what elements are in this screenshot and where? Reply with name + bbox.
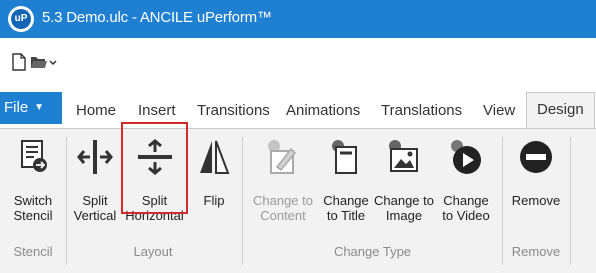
tab-home[interactable]: Home: [76, 102, 116, 119]
group-label-remove: Remove: [511, 244, 561, 259]
group-label-layout: Layout: [133, 244, 173, 259]
split-vertical-icon: [77, 140, 113, 174]
change-to-video-icon: [451, 140, 481, 174]
tab-file[interactable]: File ▼: [0, 92, 62, 124]
tab-translations[interactable]: Translations: [381, 102, 462, 119]
tab-animations[interactable]: Animations: [286, 102, 360, 119]
quick-access-toolbar: [0, 38, 596, 86]
group-divider: [570, 137, 571, 265]
group-divider: [502, 137, 503, 265]
folder-icon[interactable]: [30, 53, 48, 71]
split-vertical-label: Split Vertical: [73, 193, 117, 223]
change-to-content-label: Change to Content: [253, 193, 313, 223]
group-divider: [66, 137, 67, 265]
group-label-change-type: Change Type: [333, 244, 412, 259]
title-bar: uP 5.3 Demo.ulc - ANCILE uPerform™: [0, 0, 596, 38]
change-to-video-label: Change to Video: [442, 193, 490, 223]
tab-transitions[interactable]: Transitions: [197, 102, 270, 119]
change-to-title-button[interactable]: Change to Title: [319, 139, 373, 231]
window-title: 5.3 Demo.ulc - ANCILE uPerform™: [42, 9, 272, 26]
change-to-title-label: Change to Title: [323, 193, 369, 223]
flip-label: Flip: [203, 193, 225, 208]
ribbon-panel: Switch Stencil Stencil Split Vertical Sp…: [0, 128, 596, 273]
change-to-video-button[interactable]: Change to Video: [436, 139, 496, 231]
group-label-stencil: Stencil: [13, 244, 53, 259]
remove-button[interactable]: Remove: [506, 139, 566, 231]
chevron-down-icon[interactable]: [49, 53, 57, 71]
change-to-image-button[interactable]: Change to Image: [374, 139, 434, 231]
file-dropdown-icon: ▼: [34, 102, 45, 113]
change-to-image-icon: [389, 140, 418, 172]
switch-stencil-icon: [21, 140, 47, 172]
highlight-box: [121, 122, 188, 214]
change-to-content-button[interactable]: Change to Content: [249, 139, 317, 231]
document-icon[interactable]: [10, 53, 28, 71]
tab-file-label: File: [4, 99, 29, 116]
flip-button[interactable]: Flip: [192, 139, 236, 231]
change-to-title-icon: [332, 140, 357, 174]
tab-view[interactable]: View: [483, 102, 515, 119]
remove-icon: [520, 141, 552, 173]
group-divider: [242, 137, 243, 265]
switch-stencil-button[interactable]: Switch Stencil: [4, 139, 62, 231]
change-to-content-icon: [268, 140, 297, 174]
change-to-image-label: Change to Image: [374, 193, 434, 223]
tab-insert[interactable]: Insert: [138, 102, 176, 119]
flip-icon: [200, 140, 230, 174]
tab-design[interactable]: Design: [526, 92, 595, 129]
remove-label: Remove: [511, 193, 561, 208]
switch-stencil-label: Switch Stencil: [13, 193, 53, 223]
split-vertical-button[interactable]: Split Vertical: [70, 139, 120, 231]
app-logo-icon[interactable]: uP: [8, 6, 34, 32]
ribbon-tab-bar: File ▼ Home Insert Transitions Animations…: [0, 86, 596, 129]
